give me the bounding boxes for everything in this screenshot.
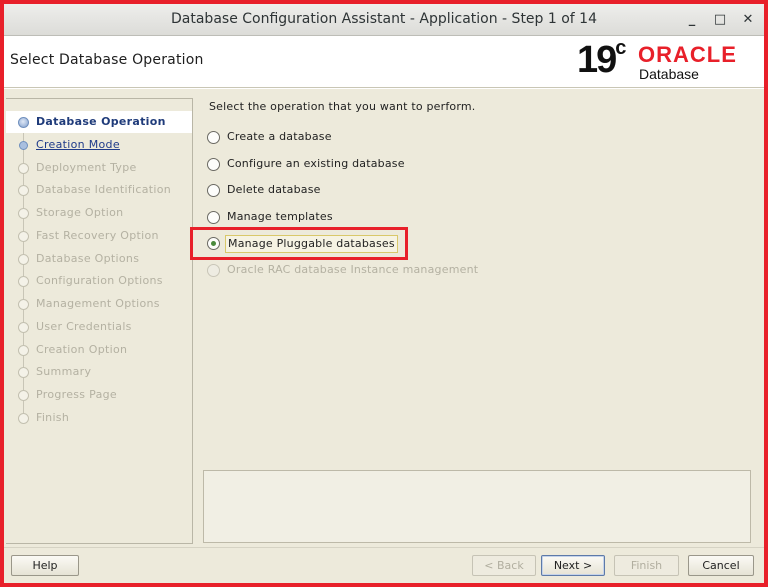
- version-logo: 19c: [577, 37, 627, 82]
- window-titlebar[interactable]: Database Configuration Assistant - Appli…: [4, 4, 764, 36]
- step-pending-icon: [18, 163, 29, 174]
- radio-button-disabled: [207, 264, 220, 277]
- operation-panel: Select the operation that you want to pe…: [203, 89, 764, 547]
- step-pending-icon: [18, 185, 29, 196]
- step-pending-icon: [18, 367, 29, 378]
- option-label: Delete database: [227, 183, 321, 196]
- step-summary: Summary: [6, 361, 192, 383]
- step-label: Creation Option: [36, 343, 128, 356]
- step-label: Database Options: [36, 252, 140, 265]
- step-storage-option: Storage Option: [6, 202, 192, 224]
- step-pending-icon: [18, 413, 29, 424]
- step-label: Fast Recovery Option: [36, 229, 159, 242]
- step-label: Deployment Type: [36, 161, 137, 174]
- step-pending-icon: [18, 345, 29, 356]
- step-management-options: Management Options: [6, 293, 192, 315]
- radio-button[interactable]: [207, 131, 220, 144]
- brand-name: ORACLE: [638, 42, 737, 67]
- oracle-logo: 19c ORACLE Database: [577, 37, 752, 86]
- page-title: Select Database Operation: [10, 52, 204, 68]
- close-icon[interactable]: ✕: [736, 8, 760, 32]
- step-current-icon: [18, 117, 29, 128]
- next-button[interactable]: Next >: [541, 555, 605, 576]
- step-user-credentials: User Credentials: [6, 316, 192, 338]
- step-finish: Finish: [6, 407, 192, 429]
- radio-button[interactable]: [207, 184, 220, 197]
- details-panel: [203, 470, 751, 543]
- step-label: Progress Page: [36, 388, 117, 401]
- maximize-icon[interactable]: □: [708, 8, 732, 32]
- option-label: Create a database: [227, 130, 332, 143]
- step-navigator: Database Operation Creation Mode Deploym…: [6, 98, 193, 544]
- step-fast-recovery-option: Fast Recovery Option: [6, 225, 192, 247]
- step-database-identification: Database Identification: [6, 179, 192, 201]
- version-number: 19: [577, 39, 617, 81]
- help-button[interactable]: Help: [11, 555, 79, 576]
- product-name: Database: [639, 66, 699, 82]
- wizard-body: Database Operation Creation Mode Deploym…: [4, 89, 764, 547]
- radio-button-selected[interactable]: [207, 237, 220, 250]
- step-creation-mode[interactable]: Creation Mode: [6, 134, 192, 156]
- step-label: Storage Option: [36, 206, 124, 219]
- step-creation-option: Creation Option: [6, 339, 192, 361]
- step-configuration-options: Configuration Options: [6, 270, 192, 292]
- step-label: Database Operation: [36, 115, 166, 128]
- step-pending-icon: [18, 254, 29, 265]
- option-label: Configure an existing database: [227, 157, 405, 170]
- option-label: Oracle RAC database Instance management: [227, 263, 479, 276]
- step-pending-icon: [18, 276, 29, 287]
- radio-button[interactable]: [207, 211, 220, 224]
- back-button[interactable]: < Back: [472, 555, 536, 576]
- step-pending-icon: [18, 208, 29, 219]
- step-label: Summary: [36, 365, 92, 378]
- step-pending-icon: [18, 231, 29, 242]
- window-title: Database Configuration Assistant - Appli…: [171, 11, 597, 27]
- version-suffix: c: [615, 37, 627, 60]
- operation-prompt: Select the operation that you want to pe…: [209, 100, 476, 113]
- step-pending-icon: [18, 390, 29, 401]
- option-label: Manage templates: [227, 210, 333, 223]
- radio-button[interactable]: [207, 158, 220, 171]
- minimize-icon[interactable]: _: [680, 8, 704, 32]
- step-link-icon: [19, 141, 28, 150]
- step-label: Finish: [36, 411, 70, 424]
- step-label: Configuration Options: [36, 274, 163, 287]
- step-database-operation[interactable]: Database Operation: [6, 111, 192, 133]
- option-label: Manage Pluggable databases: [225, 235, 398, 253]
- step-pending-icon: [18, 299, 29, 310]
- step-pending-icon: [18, 322, 29, 333]
- step-label: Creation Mode: [36, 138, 120, 151]
- page-header: Select Database Operation 19c ORACLE Dat…: [4, 37, 764, 88]
- step-database-options: Database Options: [6, 248, 192, 270]
- step-deployment-type: Deployment Type: [6, 157, 192, 179]
- wizard-footer: Help < Back Next > Finish Cancel: [4, 547, 764, 583]
- step-label: Database Identification: [36, 183, 172, 196]
- finish-button[interactable]: Finish: [614, 555, 679, 576]
- step-label: User Credentials: [36, 320, 132, 333]
- step-progress-page: Progress Page: [6, 384, 192, 406]
- cancel-button[interactable]: Cancel: [688, 555, 754, 576]
- step-label: Management Options: [36, 297, 160, 310]
